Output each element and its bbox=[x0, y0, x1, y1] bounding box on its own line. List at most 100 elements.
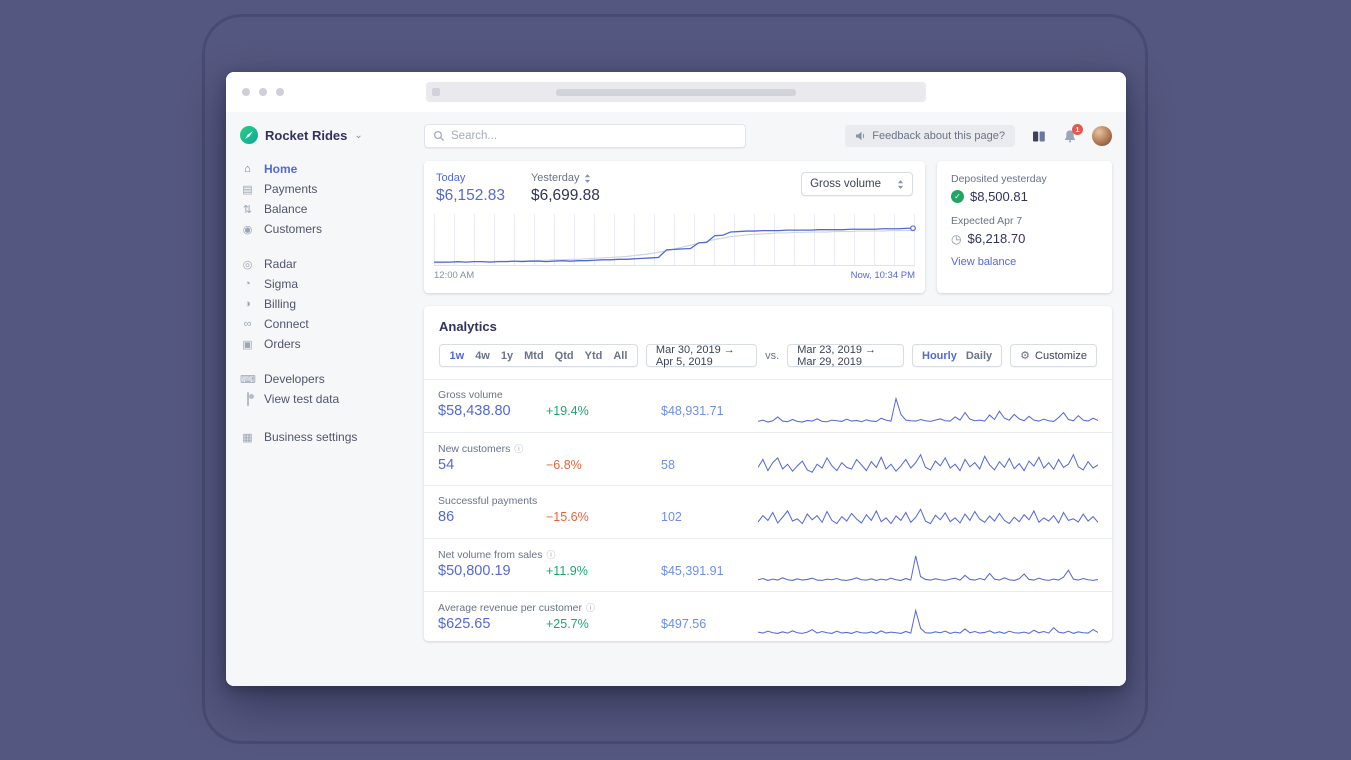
metric-change: +25.7% bbox=[546, 617, 589, 631]
sidebar-item-balance[interactable]: ⇅ Balance bbox=[240, 199, 410, 219]
period-ytd[interactable]: Ytd bbox=[579, 350, 608, 362]
sidebar-item-label: Business settings bbox=[264, 430, 358, 444]
metric-select[interactable]: Gross volume bbox=[801, 172, 913, 196]
gear-icon: ⚙ bbox=[1020, 350, 1031, 362]
sidebar-item-label: Radar bbox=[264, 257, 297, 271]
orders-icon: ▣ bbox=[242, 338, 253, 351]
metric-value: $625.65 bbox=[438, 616, 491, 632]
chart-end-dot bbox=[910, 225, 916, 232]
test-data-toggle-icon[interactable] bbox=[246, 392, 249, 406]
sidebar-group-products: ◎ Radar ◔ Sigma ◑ Billing ∞ Connect ▣ Or… bbox=[240, 254, 410, 354]
notification-badge: 1 bbox=[1072, 124, 1083, 135]
expected-label: Expected Apr 7 bbox=[951, 215, 1023, 227]
metric-sparkline bbox=[757, 442, 1099, 478]
sidebar-item-home[interactable]: ⌂ Home bbox=[240, 159, 410, 179]
sidebar-item-connect[interactable]: ∞ Connect bbox=[240, 314, 410, 334]
info-icon[interactable]: ⓘ bbox=[586, 601, 595, 614]
metric-value: 54 bbox=[438, 457, 455, 473]
metric-value: 86 bbox=[438, 509, 455, 525]
sidebar-item-developers[interactable]: ⌨ Developers bbox=[240, 369, 410, 389]
window-control-dot[interactable] bbox=[259, 88, 267, 96]
sidebar-item-payments[interactable]: ▤ Payments bbox=[240, 179, 410, 199]
search-icon bbox=[433, 130, 445, 142]
sidebar-item-orders[interactable]: ▣ Orders bbox=[240, 334, 410, 354]
analytics-card: Analytics 1w 4w 1y Mtd Qtd Ytd All Mar 3… bbox=[424, 306, 1112, 641]
radar-icon: ◎ bbox=[242, 258, 253, 271]
axis-start-label: 12:00 AM bbox=[434, 270, 475, 281]
metric-select-value: Gross volume bbox=[810, 178, 881, 190]
yesterday-line bbox=[434, 229, 915, 264]
interval-toggle: Hourly Daily bbox=[912, 344, 1003, 367]
sidebar-item-radar[interactable]: ◎ Radar bbox=[240, 254, 410, 274]
chart-axis-labels: 12:00 AM Now, 10:34 PM bbox=[424, 266, 925, 281]
sidebar-item-view-test-data[interactable]: View test data bbox=[240, 389, 410, 409]
metric-sparkline bbox=[757, 548, 1099, 584]
metric-row-gross-volume: Gross volume ⓘ $58,438.80 +19.4% $48,931… bbox=[424, 379, 1112, 432]
docs-icon bbox=[1033, 131, 1045, 141]
expected-value: $6,218.70 bbox=[967, 231, 1026, 246]
period-1w[interactable]: 1w bbox=[444, 350, 470, 362]
date-range-compare[interactable]: Mar 23, 2019 → Mar 29, 2019 bbox=[787, 344, 905, 368]
sidebar-item-billing[interactable]: ◑ Billing bbox=[240, 294, 410, 314]
info-icon[interactable]: ⓘ bbox=[546, 548, 555, 561]
settings-icon: ▦ bbox=[242, 431, 253, 444]
axis-now-label: Now, 10:34 PM bbox=[850, 270, 915, 281]
metric-compare-value: 102 bbox=[661, 510, 682, 524]
search-box[interactable] bbox=[424, 124, 746, 148]
sidebar-item-sigma[interactable]: ◔ Sigma bbox=[240, 274, 410, 294]
connect-icon: ∞ bbox=[243, 318, 252, 330]
url-favicon-placeholder bbox=[432, 88, 440, 96]
avatar[interactable] bbox=[1092, 126, 1112, 146]
sidebar-item-label: Connect bbox=[264, 317, 309, 331]
topbar: Feedback about this page? 1 bbox=[424, 124, 1112, 148]
sidebar-item-label: Orders bbox=[264, 337, 301, 351]
metric-change: +11.9% bbox=[546, 564, 588, 578]
payments-icon: ▤ bbox=[242, 183, 253, 196]
feedback-button[interactable]: Feedback about this page? bbox=[845, 125, 1015, 147]
period-segmented-control: 1w 4w 1y Mtd Qtd Ytd All bbox=[439, 344, 638, 367]
analytics-controls: 1w 4w 1y Mtd Qtd Ytd All Mar 30, 2019 → … bbox=[439, 344, 1097, 368]
url-text-placeholder bbox=[556, 89, 796, 96]
gross-volume-chart bbox=[434, 214, 916, 266]
sidebar-item-label: Payments bbox=[264, 182, 318, 196]
metric-value: $50,800.19 bbox=[438, 563, 511, 579]
today-metric: Today $6,152.83 bbox=[436, 172, 505, 205]
sidebar-group-dev: ⌨ Developers View test data bbox=[240, 369, 410, 409]
search-input[interactable] bbox=[451, 130, 737, 142]
customize-button[interactable]: ⚙ Customize bbox=[1010, 344, 1097, 367]
chevron-down-icon: ⌄ bbox=[354, 129, 363, 141]
date-range-primary[interactable]: Mar 30, 2019 → Apr 5, 2019 bbox=[645, 344, 758, 368]
period-1y[interactable]: 1y bbox=[495, 350, 518, 362]
overview-row: Today $6,152.83 Yesterday $6,699.88 Gros… bbox=[424, 161, 1112, 293]
view-balance-link[interactable]: View balance bbox=[951, 256, 1098, 268]
window-control-dot[interactable] bbox=[242, 88, 250, 96]
customers-icon: ◉ bbox=[242, 223, 253, 236]
info-icon[interactable]: ⓘ bbox=[514, 442, 523, 455]
metric-compare-value: 58 bbox=[661, 458, 675, 472]
notifications-button[interactable]: 1 bbox=[1063, 124, 1083, 143]
sidebar-item-label: Billing bbox=[264, 297, 297, 311]
rocket-rides-logo bbox=[240, 126, 258, 144]
interval-hourly[interactable]: Hourly bbox=[922, 350, 957, 362]
stepper-icon bbox=[584, 173, 590, 183]
yesterday-label[interactable]: Yesterday bbox=[531, 172, 600, 184]
sidebar-item-label: Balance bbox=[264, 202, 308, 216]
metric-sparkline bbox=[757, 389, 1099, 425]
period-mtd[interactable]: Mtd bbox=[519, 350, 550, 362]
sidebar-item-business-settings[interactable]: ▦ Business settings bbox=[240, 427, 410, 447]
metric-compare-value: $48,931.71 bbox=[661, 404, 724, 418]
period-all[interactable]: All bbox=[608, 350, 633, 362]
sidebar: Rocket Rides ⌄ ⌂ Home ▤ Payments ⇅ Balan… bbox=[226, 112, 410, 686]
sidebar-item-customers[interactable]: ◉ Customers bbox=[240, 219, 410, 239]
window-control-dot[interactable] bbox=[276, 88, 284, 96]
period-qtd[interactable]: Qtd bbox=[549, 350, 579, 362]
interval-daily[interactable]: Daily bbox=[966, 350, 992, 362]
period-4w[interactable]: 4w bbox=[470, 350, 496, 362]
deposited-value: $8,500.81 bbox=[970, 189, 1028, 204]
browser-url-bar[interactable] bbox=[426, 82, 926, 102]
deposits-card: Deposited yesterday ✓ $8,500.81 Expected… bbox=[937, 161, 1112, 293]
main-content: Feedback about this page? 1 bbox=[410, 112, 1126, 686]
account-switcher[interactable]: Rocket Rides ⌄ bbox=[240, 126, 410, 144]
metric-change: −15.6% bbox=[546, 510, 589, 524]
docs-button[interactable] bbox=[1032, 130, 1046, 143]
